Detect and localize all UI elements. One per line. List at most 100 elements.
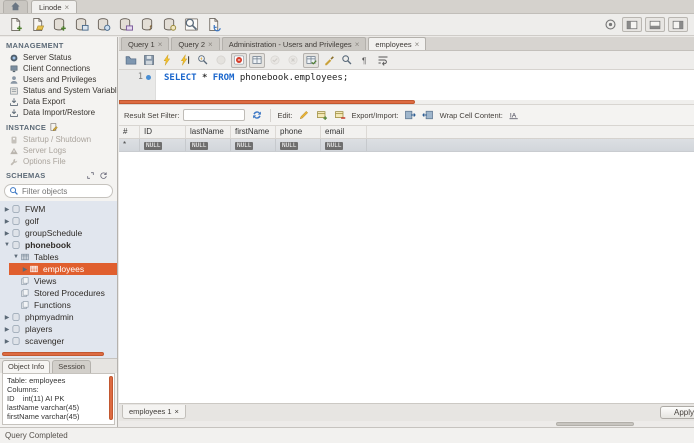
reconnect-dbms-icon[interactable] (204, 16, 222, 34)
editor-tab-administration-users-and-privileges[interactable]: Administration - Users and Privileges× (222, 37, 367, 50)
chevron-right-icon[interactable]: ▶ (3, 338, 11, 345)
tree-item-fwm[interactable]: ▶FWM (0, 203, 117, 215)
result-filter-input[interactable] (183, 109, 245, 121)
table-row[interactable]: *NULLNULLNULLNULLNULL (119, 139, 694, 152)
import-records-icon[interactable] (421, 108, 436, 122)
chevron-down-icon[interactable]: ▼ (12, 254, 20, 260)
close-icon[interactable]: × (175, 407, 179, 416)
save-script-icon[interactable] (141, 53, 157, 68)
toggle-right-sidebar-icon[interactable] (668, 17, 688, 32)
column-header-phone[interactable]: phone (276, 126, 321, 138)
tree-item-tables[interactable]: ▼Tables (0, 251, 117, 263)
sidebar-item-server-status[interactable]: Server Status (0, 52, 117, 63)
table-cell[interactable]: NULL (321, 139, 367, 151)
expand-all-icon[interactable] (86, 171, 95, 180)
table-cell[interactable]: NULL (276, 139, 321, 151)
sidebar-item-data-import-restore[interactable]: Data Import/Restore (0, 107, 117, 118)
sql-editor[interactable]: 1 SELECT * FROM phonebook.employees; (119, 70, 694, 100)
tree-item-employees[interactable]: ▶employees (0, 263, 117, 275)
column-header-firstname[interactable]: firstName (231, 126, 276, 138)
apply-button[interactable]: Apply (660, 406, 694, 419)
tree-item-golf[interactable]: ▶golf (0, 215, 117, 227)
new-table-icon[interactable] (72, 16, 90, 34)
schema-filter-input[interactable] (22, 187, 102, 196)
open-script-icon[interactable] (123, 53, 139, 68)
table-cell[interactable]: NULL (186, 139, 231, 151)
chevron-right-icon[interactable]: ▶ (3, 326, 11, 333)
tree-item-functions[interactable]: Functions (0, 299, 117, 311)
execute-current-icon[interactable] (177, 53, 193, 68)
chevron-right-icon[interactable]: ▶ (3, 230, 11, 237)
execute-icon[interactable] (159, 53, 175, 68)
close-icon[interactable]: × (415, 40, 420, 49)
tree-item-groupschedule[interactable]: ▶groupSchedule (0, 227, 117, 239)
result-scrollbar-thumb[interactable] (556, 422, 634, 426)
delete-row-icon[interactable] (332, 108, 347, 122)
connection-status-icon[interactable] (601, 16, 619, 34)
toggle-left-sidebar-icon[interactable] (622, 17, 642, 32)
column-header-email[interactable]: email (321, 126, 367, 138)
explain-icon[interactable] (195, 53, 211, 68)
result-grid-empty-area[interactable] (119, 152, 694, 403)
chevron-right-icon[interactable]: ▶ (3, 314, 11, 321)
tree-item-stored-procedures[interactable]: Stored Procedures (0, 287, 117, 299)
tree-horizontal-scrollbar[interactable] (2, 352, 104, 356)
sidebar-item-client-connections[interactable]: Client Connections (0, 63, 117, 74)
wrap-text-icon[interactable] (375, 53, 391, 68)
new-schema-icon[interactable] (50, 16, 68, 34)
refresh-schemas-icon[interactable] (99, 171, 108, 180)
column-header-id[interactable]: ID (140, 126, 186, 138)
search-table-data-icon[interactable] (182, 16, 200, 34)
refresh-icon[interactable] (249, 108, 264, 122)
invisible-chars-icon[interactable]: ¶ (357, 53, 373, 68)
table-cell[interactable]: NULL (231, 139, 276, 151)
sidebar-item-data-export[interactable]: Data Export (0, 96, 117, 107)
editor-tab-employees[interactable]: employees× (368, 37, 426, 50)
new-event-icon[interactable] (160, 16, 178, 34)
chevron-down-icon[interactable]: ▼ (3, 242, 11, 248)
new-view-icon[interactable] (94, 16, 112, 34)
new-query-tab-icon[interactable] (6, 16, 24, 34)
home-tab[interactable] (3, 0, 28, 13)
insert-row-icon[interactable] (314, 108, 329, 122)
tree-item-phonebook[interactable]: ▼phonebook (0, 239, 117, 251)
chevron-right-icon[interactable]: ▶ (3, 218, 11, 225)
object-tab-session[interactable]: Session (52, 360, 91, 373)
open-sql-script-icon[interactable] (28, 16, 46, 34)
autocommit-icon[interactable] (303, 53, 319, 68)
tree-item-phpmyadmin[interactable]: ▶phpmyadmin (0, 311, 117, 323)
close-icon[interactable]: × (208, 40, 213, 49)
result-tab-employees-1[interactable]: employees 1 × (122, 405, 186, 419)
close-icon[interactable]: × (65, 3, 70, 12)
tree-item-players[interactable]: ▶players (0, 323, 117, 335)
sidebar-item-users-and-privileges[interactable]: Users and Privileges (0, 74, 117, 85)
toggle-stop-on-error-icon[interactable] (231, 53, 247, 68)
tree-item-views[interactable]: Views (0, 275, 117, 287)
toggle-bottom-panel-icon[interactable] (645, 17, 665, 32)
edit-record-icon[interactable] (296, 108, 311, 122)
beautify-icon[interactable] (321, 53, 337, 68)
tree-item-scavenger[interactable]: ▶scavenger (0, 335, 117, 347)
editor-tab-query-2[interactable]: Query 2× (171, 37, 219, 50)
sql-statement[interactable]: SELECT * FROM phonebook.employees; (156, 70, 348, 100)
table-cell[interactable]: NULL (140, 139, 186, 151)
new-procedure-icon[interactable] (116, 16, 134, 34)
chevron-right-icon[interactable]: ▶ (21, 266, 29, 273)
find-icon[interactable] (339, 53, 355, 68)
column-header-[interactable]: # (119, 126, 140, 138)
object-tab-object-info[interactable]: Object Info (2, 360, 50, 373)
editor-tab-query-1[interactable]: Query 1× (121, 37, 169, 50)
connection-tab-linode[interactable]: Linode × (31, 0, 77, 13)
wrap-content-icon[interactable]: IA (507, 108, 522, 122)
object-info-scrollbar[interactable] (109, 376, 113, 420)
close-icon[interactable]: × (355, 40, 360, 49)
new-function-icon[interactable]: f (138, 16, 156, 34)
sidebar-item-status-and-system-variables[interactable]: Status and System Variables (0, 85, 117, 96)
export-recordset-icon[interactable] (403, 108, 418, 122)
close-icon[interactable]: × (158, 40, 163, 49)
editor-scrollbar-thumb[interactable] (119, 100, 415, 104)
chevron-right-icon[interactable]: ▶ (3, 206, 11, 213)
column-header-lastname[interactable]: lastName (186, 126, 231, 138)
table-cell[interactable]: * (119, 139, 140, 151)
limit-rows-icon[interactable] (249, 53, 265, 68)
